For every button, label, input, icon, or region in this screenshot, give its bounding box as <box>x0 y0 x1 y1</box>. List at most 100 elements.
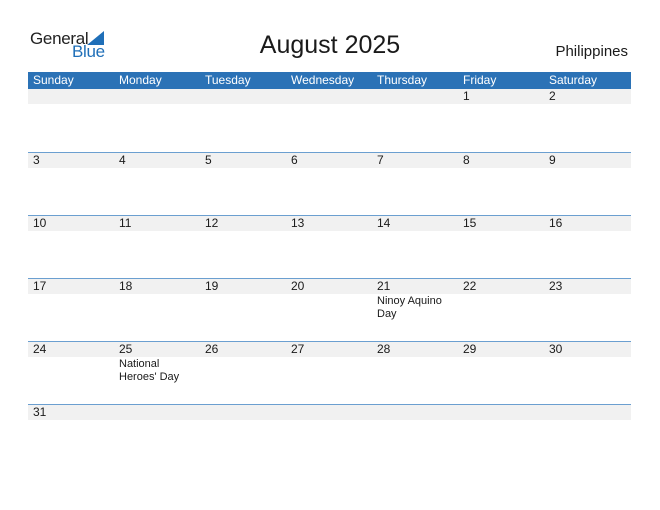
day-cell: 30 <box>544 342 630 384</box>
day-cell: 18 <box>114 279 200 321</box>
week-cells: 3 4 5 6 7 8 9 <box>28 153 631 168</box>
day-cell <box>286 405 372 420</box>
day-cell: 15 <box>458 216 544 231</box>
week-row: 12 <box>28 89 631 152</box>
day-number: 14 <box>377 216 391 230</box>
day-number: 31 <box>33 405 47 419</box>
day-cell: 27 <box>286 342 372 384</box>
day-number: 2 <box>549 89 556 103</box>
day-cell: 20 <box>286 279 372 321</box>
week-row: 24 25 National Heroes' Day 26 27 28 29 30 <box>28 341 631 404</box>
week-row: 3 4 5 6 7 8 9 <box>28 152 631 215</box>
day-cell <box>200 405 286 420</box>
day-cell <box>114 89 200 104</box>
day-number <box>205 89 286 104</box>
day-cell <box>200 89 286 104</box>
day-cell <box>28 89 114 104</box>
day-cell: 10 <box>28 216 114 231</box>
day-number: 4 <box>119 153 126 167</box>
day-cell: 22 <box>458 279 544 321</box>
day-number <box>377 89 458 104</box>
weekday-friday: Friday <box>463 73 497 87</box>
day-cell: 31 <box>28 405 114 420</box>
day-cell: 25 National Heroes' Day <box>114 342 200 384</box>
day-number: 20 <box>291 279 305 293</box>
day-number <box>33 89 114 104</box>
holiday-label: Ninoy Aquino Day <box>377 295 442 320</box>
week-cells: 24 25 National Heroes' Day 26 27 28 29 30 <box>28 342 631 384</box>
day-cell: 14 <box>372 216 458 231</box>
day-cell: 6 <box>286 153 372 168</box>
day-cell <box>286 89 372 104</box>
day-number: 3 <box>33 153 40 167</box>
week-row: 10 11 12 13 14 15 16 <box>28 215 631 278</box>
day-cell: 3 <box>28 153 114 168</box>
day-cell <box>458 405 544 420</box>
day-number: 10 <box>33 216 47 230</box>
week-cells: 17 18 19 20 21 Ninoy Aquino Day 22 23 <box>28 279 631 321</box>
day-cell: 21 Ninoy Aquino Day <box>372 279 458 321</box>
day-number: 12 <box>205 216 219 230</box>
day-cell: 4 <box>114 153 200 168</box>
day-number <box>205 405 286 420</box>
day-number: 13 <box>291 216 305 230</box>
day-cell: 12 <box>200 216 286 231</box>
day-cell: 26 <box>200 342 286 384</box>
day-cell: 13 <box>286 216 372 231</box>
weekday-thursday: Thursday <box>377 73 428 87</box>
day-cell: 17 <box>28 279 114 321</box>
day-number: 11 <box>119 216 132 230</box>
week-cells: 10 11 12 13 14 15 16 <box>28 216 631 231</box>
day-cell: 16 <box>544 216 630 231</box>
day-cell: 2 <box>544 89 630 104</box>
day-number <box>291 405 372 420</box>
day-cell: 19 <box>200 279 286 321</box>
day-number: 29 <box>463 342 477 356</box>
day-number: 21 <box>377 279 391 293</box>
day-number <box>119 405 200 420</box>
week-cells: 31 <box>28 405 631 420</box>
day-number: 15 <box>463 216 477 230</box>
day-cell: 7 <box>372 153 458 168</box>
weeks-container: 1 2 3 4 5 6 7 8 9 10 11 12 13 14 15 16 17 18 19 20 21 Ninoy A… <box>28 89 631 467</box>
week-cells: 12 <box>28 89 631 104</box>
calendar-grid: Sunday Monday Tuesday Wednesday Thursday… <box>28 72 631 467</box>
weekday-sunday: Sunday <box>33 73 74 87</box>
day-number: 6 <box>291 153 298 167</box>
day-cell <box>372 89 458 104</box>
day-number: 9 <box>549 153 556 167</box>
day-number: 1 <box>463 89 470 103</box>
day-number: 18 <box>119 279 133 293</box>
day-number: 23 <box>549 279 563 293</box>
week-row: 17 18 19 20 21 Ninoy Aquino Day 22 23 <box>28 278 631 341</box>
day-number: 7 <box>377 153 384 167</box>
day-cell <box>372 405 458 420</box>
day-number: 24 <box>33 342 47 356</box>
day-cell: 28 <box>372 342 458 384</box>
day-cell <box>544 405 630 420</box>
day-number: 17 <box>33 279 47 293</box>
day-cell <box>114 405 200 420</box>
day-cell: 23 <box>544 279 630 321</box>
day-number: 16 <box>549 216 563 230</box>
day-number: 25 <box>119 342 133 356</box>
week-row: 31 <box>28 404 631 467</box>
day-cell: 8 <box>458 153 544 168</box>
day-cell: 11 <box>114 216 200 231</box>
day-number <box>377 405 458 420</box>
day-number: 5 <box>205 153 212 167</box>
weekday-wednesday: Wednesday <box>291 73 355 87</box>
weekday-saturday: Saturday <box>549 73 598 87</box>
day-cell: 29 <box>458 342 544 384</box>
day-cell: 9 <box>544 153 630 168</box>
day-number: 19 <box>205 279 219 293</box>
day-number <box>119 89 200 104</box>
day-cell: 5 <box>200 153 286 168</box>
country-label: Philippines <box>555 43 628 60</box>
weekday-monday: Monday <box>119 73 162 87</box>
day-number: 8 <box>463 153 470 167</box>
weekday-tuesday: Tuesday <box>205 73 251 87</box>
day-number: 27 <box>291 342 305 356</box>
day-number: 26 <box>205 342 219 356</box>
day-number <box>291 89 372 104</box>
